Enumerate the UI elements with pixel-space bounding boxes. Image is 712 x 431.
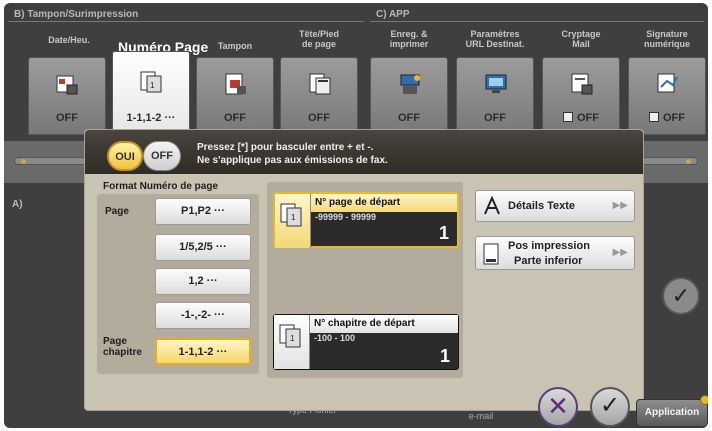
slider-dot [686, 159, 691, 164]
arrow-right-icon: ▶▶ [612, 200, 628, 211]
application-button[interactable]: Application [636, 399, 708, 427]
dialog-message: Pressez [*] pour basculer entre + et -. … [197, 141, 388, 167]
page-number-icon: 1 [140, 71, 162, 93]
chapter-number-icon: 1 [274, 315, 310, 369]
svg-text:1: 1 [150, 81, 155, 90]
section-a-label: A) [12, 199, 23, 210]
tab-value: OFF [56, 112, 78, 124]
page-number-dialog: OUI OFF Pressez [*] pour basculer entre … [84, 129, 644, 411]
tab-value: 1-1,1-2 ··· [126, 112, 176, 124]
notification-dot-icon [700, 395, 708, 405]
tab-url-destination[interactable]: OFF [456, 57, 534, 135]
ok-button[interactable]: ✓ [590, 387, 630, 427]
digital-signature-icon [657, 73, 678, 93]
page-number-icon: 1 [275, 194, 311, 248]
date-stamp-icon [56, 75, 78, 95]
start-chapter-field[interactable]: 1 N° chapitre de départ -100 - 100 1 [273, 314, 459, 370]
checkbox-icon [649, 112, 659, 122]
svg-text:1: 1 [290, 334, 295, 343]
divider [8, 21, 364, 22]
print-position-value: Parte inferior [514, 255, 583, 267]
toggle-off-button[interactable]: OFF [143, 141, 181, 171]
tab-mail-encryption[interactable]: OFF [542, 57, 620, 135]
toggle-on-button[interactable]: OUI [107, 141, 143, 171]
tab-date-time[interactable]: OFF [28, 57, 106, 135]
tab-label-signature: Signature numérique [643, 29, 690, 49]
tab-label-url: Paramètres URL Destinat. [465, 29, 525, 49]
header-footer-icon [309, 73, 331, 95]
start-page-label: N° page de départ [311, 194, 457, 212]
page-position-icon [483, 243, 499, 265]
tab-stamp[interactable]: OFF [196, 57, 274, 135]
format-title: Format Numéro de page [103, 181, 219, 192]
tab-header-footer[interactable]: OFF [280, 57, 358, 135]
tab-save-print[interactable]: OFF [370, 57, 448, 135]
checkbox-icon [563, 112, 573, 122]
start-chapter-range: -100 - 100 [314, 333, 356, 343]
format-option-chapter[interactable]: 1-1,1-2 ··· [155, 338, 251, 365]
cancel-button[interactable]: ✕ [538, 387, 578, 427]
section-c-title: C) APP [376, 9, 410, 20]
tab-label-header-footer: Tête/Pied de page [298, 29, 339, 49]
arrow-right-icon: ▶▶ [612, 247, 628, 258]
format-panel: Page Page chapitre P1,P2 ··· 1/5,2/5 ···… [97, 194, 259, 374]
slider-dot [21, 159, 26, 164]
tab-page-number[interactable]: 1 1-1,1-2 ··· [112, 51, 190, 135]
tab-digital-signature[interactable]: OFF [628, 57, 706, 135]
format-option-plain[interactable]: 1,2 ··· [155, 268, 251, 295]
message-line: Ne s'applique pas aux émissions de fax. [197, 155, 388, 166]
start-page-range: -99999 - 99999 [315, 212, 377, 222]
tab-value: OFF [398, 112, 420, 124]
print-position-label: Pos impression [508, 240, 590, 252]
tab-label-mail-crypt: Cryptage Mail [561, 29, 601, 49]
tab-value: OFF [629, 112, 705, 124]
tab-label-save-print: Enreg. & imprimer [389, 29, 429, 49]
background-ok-icon: ✓ [662, 277, 700, 315]
text-icon [484, 196, 500, 215]
tab-label-date: Date/Heu. [48, 35, 90, 45]
dialog-header: OUI OFF Pressez [*] pour basculer entre … [85, 130, 643, 174]
tab-value: OFF [484, 112, 506, 124]
tab-value: OFF [308, 112, 330, 124]
stamp-icon [225, 73, 246, 95]
page-label: Page [105, 206, 129, 217]
text-details-label: Détails Texte [508, 200, 576, 212]
print-position-button[interactable]: Pos impression Parte inferior ▶▶ [475, 236, 635, 270]
format-option-p1-p2[interactable]: P1,P2 ··· [155, 198, 251, 225]
start-number-panel: 1 N° page de départ -99999 - 99999 1 1 N… [267, 182, 463, 378]
svg-text:1: 1 [291, 213, 296, 222]
screen: B) Tampon/Surimpression C) APP Date/Heu.… [4, 3, 708, 428]
message-line: Pressez [*] pour basculer entre + et -. [197, 142, 374, 153]
start-page-value: 1 [438, 223, 449, 243]
format-option-fraction[interactable]: 1/5,2/5 ··· [155, 234, 251, 261]
start-page-field[interactable]: 1 N° page de départ -99999 - 99999 1 [273, 192, 459, 248]
start-chapter-value: 1 [439, 346, 450, 366]
save-print-icon [400, 74, 420, 94]
section-b-title: B) Tampon/Surimpression [14, 9, 139, 20]
url-destination-icon [485, 74, 507, 93]
start-chapter-label: N° chapitre de départ [310, 315, 458, 333]
format-option-dashed[interactable]: -1-,-2- ··· [155, 302, 251, 329]
text-details-button[interactable]: Détails Texte ▶▶ [475, 190, 635, 222]
chapter-label: Page chapitre [103, 336, 142, 358]
tab-value: OFF [224, 112, 246, 124]
divider [370, 21, 704, 22]
tab-value: OFF [543, 112, 619, 124]
mail-encryption-icon [571, 73, 593, 95]
